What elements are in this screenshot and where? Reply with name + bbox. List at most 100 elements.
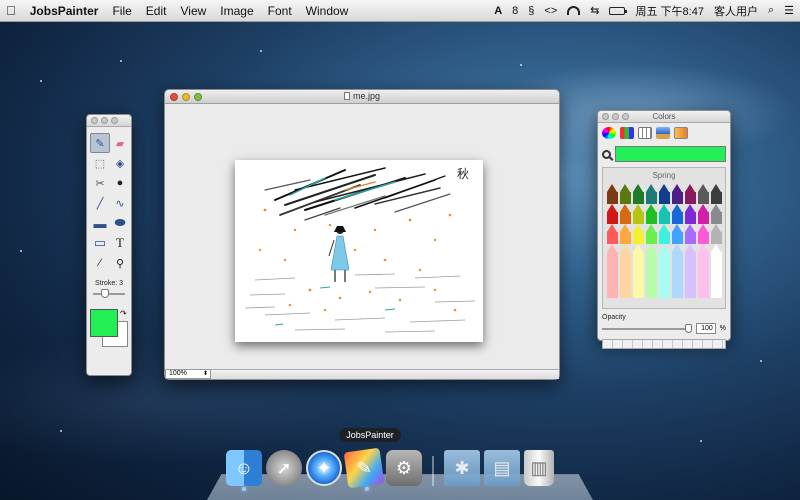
crayon[interactable] [620,204,631,224]
user-menu[interactable]: 客人用户 [714,3,758,19]
wifi-icon[interactable] [567,6,581,15]
safari-icon[interactable]: ✦ [306,450,342,486]
bomb-tool-icon[interactable]: ● [110,173,130,193]
magnifier-icon[interactable] [602,149,611,159]
trash-icon[interactable]: ▥ [524,450,554,486]
finder-icon[interactable]: ☺ [226,450,262,491]
menu-image[interactable]: Image [220,4,253,18]
crayon[interactable] [685,204,696,224]
menu-view[interactable]: View [180,4,206,18]
crayon[interactable] [620,184,631,204]
crayon[interactable] [633,184,644,204]
text-tool-icon[interactable]: T [110,233,130,253]
bucket-tool-icon[interactable]: ◈ [110,153,130,173]
crayon[interactable] [633,204,644,224]
jobspainter-icon[interactable]: ✎ [343,447,385,492]
tools-panel-titlebar[interactable] [87,115,131,127]
airplay-icon[interactable]: ⇆ [590,4,599,17]
notification-center-icon[interactable]: ☰ [784,4,794,17]
canvas-area[interactable]: 秋 [165,104,559,369]
crayon[interactable] [659,184,670,204]
crayon[interactable] [711,224,722,244]
stepper-icon[interactable]: ⬍ [203,370,208,378]
crayon[interactable] [685,224,696,244]
opacity-input[interactable]: 100 [695,323,716,334]
crayon[interactable] [685,244,696,298]
crayon[interactable] [607,244,618,298]
crayon[interactable] [633,224,644,244]
crayon[interactable] [698,244,709,298]
stroke-slider[interactable] [93,289,125,299]
menu-window[interactable]: Window [306,4,349,18]
foreground-color-well[interactable] [90,309,118,337]
select-rect-tool-icon[interactable]: ⬚ [90,153,110,173]
crayon[interactable] [698,224,709,244]
code-icon[interactable]: <> [544,5,557,17]
crayons-icon[interactable] [674,127,688,139]
script-menu-icon[interactable]: § [528,5,534,17]
crayon[interactable] [620,224,631,244]
crayon[interactable] [672,184,683,204]
ellipse-tool-icon[interactable]: ⬬ [110,213,130,233]
clock[interactable]: 周五 下午8:47 [635,3,703,19]
applications-folder-icon[interactable]: ✱ [444,450,480,486]
colors-panel-titlebar[interactable]: Colors [598,111,730,123]
brush-tool-icon[interactable]: ✎ [90,133,110,153]
drawing-canvas[interactable]: 秋 [235,160,483,342]
crayon[interactable] [620,244,631,298]
notification-count[interactable]: 8 [512,5,518,17]
system-preferences-icon[interactable]: ⚙ [386,450,422,486]
crayon[interactable] [659,244,670,298]
close-button[interactable] [91,117,98,124]
crayon[interactable] [646,204,657,224]
battery-icon[interactable] [609,6,628,15]
color-wheel-icon[interactable] [602,127,616,139]
crayon[interactable] [633,244,644,298]
curve-tool-icon[interactable]: ∿ [110,193,130,213]
crayon[interactable] [646,224,657,244]
crayon[interactable] [607,184,618,204]
crayon[interactable] [607,204,618,224]
apple-menu-icon[interactable]:  [6,3,16,18]
opacity-slider[interactable] [602,323,692,333]
rounded-rect-tool-icon[interactable]: ▭ [90,233,110,253]
eraser-tool-icon[interactable]: ▰ [110,133,130,153]
adobe-icon[interactable]: A [494,5,502,17]
crayon[interactable] [672,224,683,244]
crayon[interactable] [672,244,683,298]
color-palettes-icon[interactable] [638,127,652,139]
spotlight-icon[interactable]: ⌕ [768,4,774,17]
crayon[interactable] [711,184,722,204]
app-menu[interactable]: JobsPainter [30,4,99,18]
current-color-swatch[interactable] [615,146,726,162]
color-sliders-icon[interactable] [620,127,634,139]
stroke-slider-knob[interactable] [101,289,109,298]
crayon[interactable] [711,244,722,298]
crayon[interactable] [698,204,709,224]
crayon[interactable] [672,204,683,224]
swap-colors-icon[interactable]: ↷ [120,309,127,318]
zoom-button[interactable] [111,117,118,124]
crayon[interactable] [711,204,722,224]
documents-folder-icon[interactable]: ▤ [484,450,520,486]
opacity-slider-knob[interactable] [684,323,692,333]
menu-edit[interactable]: Edit [146,4,167,18]
minimize-button[interactable] [101,117,108,124]
eyedropper-tool-icon[interactable]: ⁄ [90,253,110,273]
line-tool-icon[interactable]: ╱ [90,193,110,213]
crayon[interactable] [659,224,670,244]
document-titlebar[interactable]: me.jpg [165,90,559,104]
crayon[interactable] [646,244,657,298]
saved-swatches[interactable] [602,339,726,349]
rectangle-tool-icon[interactable]: ▬ [90,213,110,233]
crayon[interactable] [607,224,618,244]
menu-font[interactable]: Font [268,4,292,18]
crayon[interactable] [646,184,657,204]
launchpad-icon[interactable]: ➚ [266,450,302,486]
crayon[interactable] [698,184,709,204]
lasso-tool-icon[interactable]: ✂ [90,173,110,193]
image-palettes-icon[interactable] [656,127,670,139]
magnifier-tool-icon[interactable]: ⚲ [110,253,130,273]
crayon[interactable] [659,204,670,224]
crayon[interactable] [685,184,696,204]
